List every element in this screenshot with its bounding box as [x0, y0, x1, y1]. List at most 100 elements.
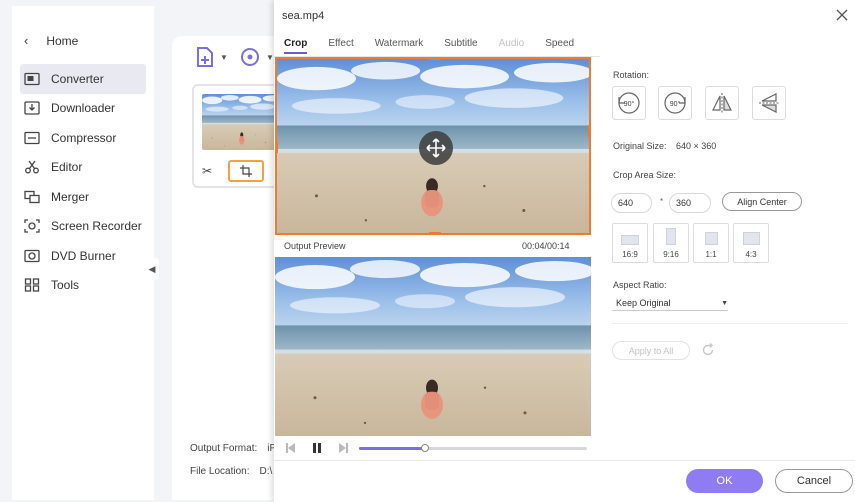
- rotate-left-button[interactable]: 90°: [612, 86, 646, 120]
- crop-handle-top[interactable]: [429, 59, 441, 60]
- ratio-label: 4:3: [745, 250, 757, 259]
- crop-height-input[interactable]: 360: [669, 193, 711, 213]
- tab-effect[interactable]: Effect: [328, 38, 353, 54]
- sidebar-item-screen-recorder[interactable]: Screen Recorder: [20, 212, 146, 242]
- sidebar-item-label: Converter: [51, 71, 104, 86]
- chevron-left-icon: ‹: [24, 33, 29, 48]
- tools-icon: [24, 278, 40, 292]
- ratio-9-16-button[interactable]: 9:16: [653, 223, 689, 263]
- seek-progress: [359, 447, 426, 450]
- file-location-value[interactable]: D:\: [259, 466, 272, 477]
- disc-add-icon: [241, 48, 259, 66]
- pause-button[interactable]: [307, 438, 327, 458]
- tab-watermark[interactable]: Watermark: [375, 38, 424, 54]
- output-preview: [275, 257, 591, 436]
- pause-icon: [313, 443, 321, 453]
- step-back-icon: [286, 443, 295, 453]
- aspect-ratio-value: Keep Original: [616, 298, 671, 308]
- dialog-title: sea.mp4: [282, 10, 325, 22]
- file-location-label: File Location:: [190, 466, 250, 477]
- sidebar-item-label: DVD Burner: [51, 248, 116, 263]
- flip-horizontal-icon: [712, 93, 732, 113]
- tab-crop[interactable]: Crop: [284, 38, 308, 54]
- seek-bar[interactable]: [359, 444, 587, 452]
- sidebar-item-dvd-burner[interactable]: DVD Burner: [20, 241, 146, 271]
- original-size-value: 640 × 360: [676, 141, 717, 151]
- ratio-1-1-icon: [704, 232, 718, 245]
- original-size-label: Original Size:: [613, 141, 667, 151]
- ratio-4-3-icon: [742, 232, 760, 245]
- add-disc-button[interactable]: ▼: [240, 46, 274, 68]
- output-format-label: Output Format:: [190, 443, 258, 454]
- ok-button[interactable]: OK: [686, 469, 763, 493]
- align-center-button[interactable]: Align Center: [722, 192, 802, 211]
- aspect-ratio-select[interactable]: Keep Original ▼: [612, 296, 728, 311]
- chevron-down-icon: ▼: [220, 52, 228, 62]
- cancel-button[interactable]: Cancel: [775, 469, 853, 493]
- sidebar-item-tools[interactable]: Tools: [20, 271, 146, 301]
- close-icon[interactable]: [835, 8, 849, 22]
- chevron-down-icon: ▼: [266, 52, 274, 62]
- move-crop-handle[interactable]: [419, 131, 453, 165]
- ratio-4-3-button[interactable]: 4:3: [733, 223, 769, 263]
- rotation-label: Rotation:: [613, 70, 650, 80]
- tab-audio: Audio: [498, 38, 525, 49]
- rotate-right-icon: 90°: [664, 92, 686, 114]
- ratio-label: 9:16: [663, 250, 679, 259]
- collapse-sidebar-button[interactable]: ◀: [145, 258, 159, 280]
- seek-knob[interactable]: [421, 444, 430, 452]
- home-link[interactable]: ‹ Home: [24, 33, 78, 48]
- rotate-left-icon: 90°: [618, 92, 640, 114]
- previous-frame-button[interactable]: [281, 438, 301, 458]
- tab-speed[interactable]: Speed: [545, 38, 574, 54]
- sidebar-item-label: Screen Recorder: [51, 219, 142, 234]
- chevron-left-icon: ◀: [148, 263, 156, 274]
- ratio-16-9-icon: [621, 235, 639, 245]
- rotate-right-button[interactable]: 90°: [658, 86, 692, 120]
- ratio-16-9-button[interactable]: 16:9: [612, 223, 648, 263]
- crop-preview[interactable]: [275, 57, 591, 235]
- sidebar-item-merger[interactable]: Merger: [20, 182, 146, 212]
- flip-vertical-button[interactable]: [752, 86, 786, 120]
- scissors-icon: [24, 160, 40, 174]
- rotate-right-text: 90°: [670, 100, 681, 108]
- crop-width-input[interactable]: 640: [611, 193, 652, 213]
- sidebar-item-label: Compressor: [51, 130, 117, 145]
- crop-handle-bottom[interactable]: [429, 232, 441, 233]
- footer-divider: [274, 460, 855, 461]
- aspect-ratio-label: Aspect Ratio:: [613, 280, 667, 290]
- sidebar-item-downloader[interactable]: Downloader: [20, 94, 146, 124]
- video-thumbnail: [202, 94, 282, 150]
- step-forward-icon: [339, 443, 348, 453]
- sidebar-item-converter[interactable]: Converter: [20, 64, 146, 94]
- add-files-button[interactable]: ▼: [194, 46, 228, 68]
- output-video-frame: [275, 257, 591, 436]
- playback-controls: [275, 436, 591, 460]
- reset-icon[interactable]: [701, 343, 715, 357]
- converter-icon: [24, 72, 40, 86]
- apply-to-all-button[interactable]: Apply to All: [612, 341, 690, 360]
- crop-handle-left[interactable]: [277, 141, 278, 153]
- ratio-9-16-icon: [666, 228, 676, 245]
- sidebar-item-editor[interactable]: Editor: [20, 153, 146, 183]
- sidebar-item-label: Merger: [51, 189, 90, 204]
- tab-subtitle[interactable]: Subtitle: [444, 38, 477, 54]
- ratio-1-1-button[interactable]: 1:1: [693, 223, 729, 263]
- trim-scissors-icon[interactable]: ✂: [202, 164, 212, 178]
- next-frame-button[interactable]: [333, 438, 353, 458]
- flip-horizontal-button[interactable]: [705, 86, 739, 120]
- sidebar-item-label: Editor: [51, 160, 83, 175]
- move-arrows-icon: [426, 138, 446, 158]
- crop-tool-button[interactable]: [228, 160, 265, 182]
- output-format-row: Output Format:iPa: [190, 443, 282, 454]
- sidebar-item-label: Tools: [51, 278, 80, 293]
- playback-time: 00:04/00:14: [522, 241, 570, 251]
- sidebar-nav: Converter Downloader Compressor Editor M…: [20, 64, 146, 300]
- home-label: Home: [46, 33, 79, 48]
- compressor-icon: [24, 131, 40, 145]
- flip-vertical-icon: [759, 93, 779, 113]
- video-thumbnail-card[interactable]: ✂: [192, 84, 282, 188]
- sidebar-item-compressor[interactable]: Compressor: [20, 123, 146, 153]
- dvd-icon: [24, 249, 40, 263]
- crop-handle-right[interactable]: [588, 125, 589, 137]
